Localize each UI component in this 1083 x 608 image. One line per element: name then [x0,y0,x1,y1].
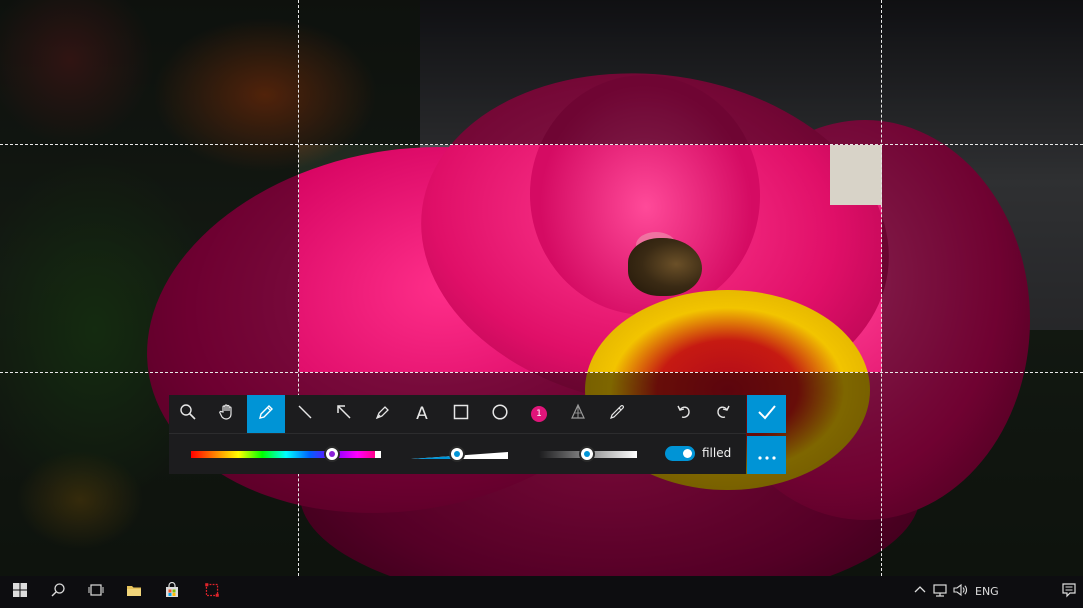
dim-overlay-left [0,145,299,372]
chevron-up-icon [912,582,928,602]
selection-guide-top[interactable] [0,144,1083,145]
marker-icon [374,403,392,425]
network-icon [932,582,948,602]
selected-color-swatch [328,451,335,457]
text-icon: A [416,404,428,424]
store-bag-icon [164,581,180,602]
selection-guide-bottom[interactable] [0,372,1083,373]
counter-number: 1 [536,409,542,419]
counter-tool-button[interactable]: 1 [520,395,558,433]
background-wall-highlight [830,145,882,205]
line-icon [296,403,314,425]
network-status-button[interactable] [931,576,949,608]
selection-guide-left[interactable] [298,0,299,576]
eyedropper-icon [608,403,626,425]
speaker-icon [952,582,968,602]
windows-taskbar: ENG [0,576,1083,608]
blur-tool-button[interactable] [559,395,597,433]
pencil-icon [257,403,275,425]
folder-icon [126,582,142,602]
task-view-icon [88,582,104,602]
color-spectrum-white-end [375,451,381,458]
windows-logo-icon [12,582,28,602]
knob-center [584,451,591,457]
screen-capture-app-button[interactable] [196,576,228,608]
rectangle-tool-button[interactable] [442,395,480,433]
text-tool-button[interactable]: A [403,395,441,433]
filled-toggle[interactable] [665,446,695,461]
dim-overlay-top [0,0,1083,145]
notification-icon [1061,582,1077,602]
task-view-button[interactable] [82,576,110,608]
file-explorer-button[interactable] [120,576,148,608]
hand-icon [218,403,236,425]
crop-selection-icon [204,582,220,602]
opacity-slider-knob[interactable] [579,446,596,462]
blur-icon [569,403,587,425]
arrow-tool-button[interactable] [325,395,363,433]
color-picker-tool-button[interactable] [598,395,636,433]
rectangle-icon [452,403,470,425]
ellipse-icon [491,403,509,425]
bee [628,238,702,296]
redo-button[interactable] [704,395,742,433]
pan-tool-button[interactable] [208,395,246,433]
store-button[interactable] [158,576,186,608]
checkmark-icon [757,402,777,426]
tool-row: A 1 [169,395,746,434]
color-slider-knob[interactable] [323,446,340,462]
dim-overlay-right [882,145,1083,372]
screenshot-background [0,0,1083,608]
selection-guide-right[interactable] [881,0,882,576]
annotation-toolbar: A 1 filled [169,395,786,474]
volume-button[interactable] [951,576,969,608]
brush-size-slider-knob[interactable] [448,446,465,462]
search-icon [50,582,66,602]
ellipsis-icon [757,446,777,465]
input-language-indicator[interactable]: ENG [975,576,999,608]
numbered-step-icon: 1 [531,406,547,422]
redo-icon [714,403,732,425]
toolbar-divider [169,433,746,434]
filled-label: filled [702,446,732,460]
knob-center [453,451,460,457]
start-button[interactable] [6,576,34,608]
arrow-icon [335,403,353,425]
confirm-button[interactable] [747,395,786,433]
zoom-tool-button[interactable] [169,395,207,433]
ellipse-tool-button[interactable] [481,395,519,433]
show-hidden-icons-button[interactable] [912,576,928,608]
more-options-button[interactable] [747,436,786,474]
magnifier-icon [179,403,197,425]
pen-tool-button[interactable] [247,395,285,433]
undo-icon [675,403,693,425]
color-spectrum-slider[interactable] [191,451,381,458]
line-tool-button[interactable] [286,395,324,433]
search-button[interactable] [44,576,72,608]
action-center-button[interactable] [1058,576,1080,608]
undo-button[interactable] [665,395,703,433]
marker-tool-button[interactable] [364,395,402,433]
toggle-thumb [683,449,692,458]
